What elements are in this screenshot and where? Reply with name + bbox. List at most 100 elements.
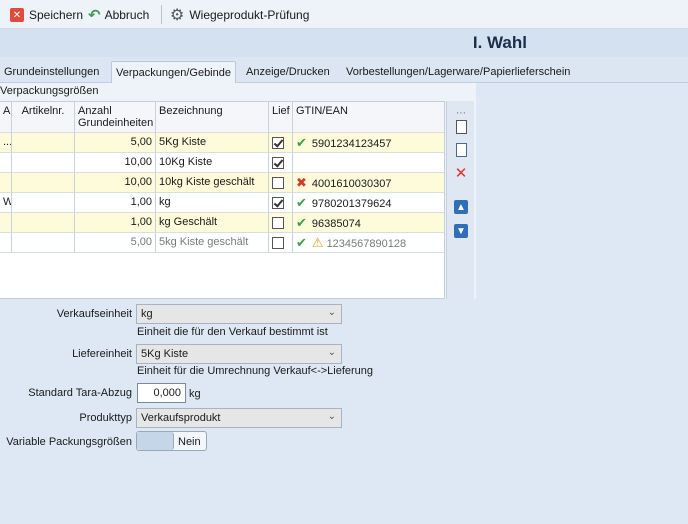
produkttyp-label: Produkttyp	[79, 412, 132, 424]
lief-checkbox[interactable]	[272, 237, 284, 249]
delete-icon: ✕	[454, 165, 468, 182]
table-cell-artikelnr[interactable]	[12, 233, 75, 253]
lief-checkbox[interactable]	[272, 197, 284, 209]
table-cell-lief[interactable]	[269, 193, 293, 213]
verkaufseinheit-hint: Einheit die für den Verkauf bestimmt ist	[137, 326, 328, 338]
variable-label: Variable Packungsgrößen	[6, 436, 132, 448]
save-label: Speichern	[29, 8, 84, 22]
liefereinheit-select[interactable]: 5Kg Kiste ⌄	[136, 344, 342, 364]
table-cell-gtin[interactable]: ✔ 9780201379624	[293, 193, 444, 213]
table-cell-bezeichnung[interactable]: kg Geschält	[156, 213, 269, 233]
table-cell-lief[interactable]	[269, 133, 293, 153]
tara-input[interactable]: 0,000	[137, 383, 186, 403]
table-cell-anzahl[interactable]: 1,00	[75, 193, 156, 213]
verkaufseinheit-value: kg	[141, 308, 153, 320]
gear-icon: ⚙	[170, 7, 185, 24]
toolbar: ✕ Speichern ↶ Abbruch ⚙ Wiegeprodukt-Prü…	[0, 0, 688, 29]
tab-vorbestellungen[interactable]: Vorbestellungen/Lagerware/Papierliefersc…	[346, 66, 570, 78]
lief-checkbox[interactable]	[272, 217, 284, 229]
table-cell-bezeichnung[interactable]: 10Kg Kiste	[156, 153, 269, 173]
toolbar-separator	[161, 5, 162, 24]
table-cell-bezeichnung[interactable]: 5Kg Kiste	[156, 133, 269, 153]
verkaufseinheit-label: Verkaufseinheit	[56, 308, 132, 320]
table-cell-a[interactable]	[0, 173, 12, 193]
col-header-gtin[interactable]: GTIN/EAN	[293, 102, 444, 133]
packaging-grid: A Artikelnr. Anzahl Grundeinheiten Bezei…	[0, 101, 445, 299]
liefereinheit-value: 5Kg Kiste	[141, 348, 189, 360]
table-cell-artikelnr[interactable]	[12, 193, 75, 213]
weigh-check-button[interactable]: ⚙ Wiegeprodukt-Prüfung	[170, 6, 309, 24]
table-cell-a[interactable]: W	[0, 193, 12, 213]
table-cell-anzahl[interactable]: 10,00	[75, 173, 156, 193]
produkttyp-select[interactable]: Verkaufsprodukt ⌄	[136, 408, 342, 428]
edit-row-button[interactable]	[453, 142, 469, 158]
tab-bar: Grundeinstellungen Verpackungen/Gebinde …	[0, 57, 688, 83]
save-button[interactable]: ✕ Speichern	[10, 6, 83, 24]
table-cell-gtin[interactable]: ✔ ⚠ 1234567890128	[293, 233, 444, 253]
new-document-icon	[455, 120, 467, 134]
table-cell-bezeichnung[interactable]: 5kg Kiste geschält	[156, 233, 269, 253]
tab-anzeige-drucken[interactable]: Anzeige/Drucken	[246, 66, 330, 78]
table-cell-anzahl[interactable]: 5,00	[75, 233, 156, 253]
check-icon: ✔	[296, 235, 307, 250]
variable-toggle-label: Nein	[178, 436, 201, 448]
arrow-down-icon: ▼	[454, 224, 468, 238]
cancel-label: Abbruch	[104, 8, 150, 22]
gtin-value: 5901234123457	[311, 138, 392, 150]
table-cell-anzahl[interactable]: 10,00	[75, 153, 156, 173]
col-header-bezeichnung[interactable]: Bezeichnung	[156, 102, 269, 133]
table-cell-artikelnr[interactable]	[12, 173, 75, 193]
cancel-button[interactable]: ↶ Abbruch	[88, 6, 149, 24]
arrow-up-icon: ▲	[454, 200, 468, 214]
table-cell-gtin[interactable]	[293, 153, 444, 173]
table-cell-gtin[interactable]: ✔ 5901234123457	[293, 133, 444, 153]
weigh-check-label: Wiegeprodukt-Prüfung	[189, 8, 310, 22]
col-header-a[interactable]: A	[0, 102, 12, 133]
table-cell-bezeichnung[interactable]: kg	[156, 193, 269, 213]
lief-checkbox[interactable]	[272, 177, 284, 189]
delete-row-button[interactable]: ✕	[453, 165, 469, 182]
lief-checkbox[interactable]	[272, 137, 284, 149]
grid-side-toolbar: ⋯ ✕ ▲ ▼	[446, 101, 474, 299]
table-cell-anzahl[interactable]: 5,00	[75, 133, 156, 153]
grid-title: Verpackungsgrößen	[0, 85, 99, 97]
lief-checkbox[interactable]	[272, 157, 284, 169]
chevron-down-icon: ⌄	[327, 347, 336, 358]
table-cell-artikelnr[interactable]	[12, 213, 75, 233]
col-header-lief[interactable]: Lief	[269, 102, 293, 133]
produkttyp-value: Verkaufsprodukt	[141, 412, 221, 424]
table-cell-a[interactable]	[0, 213, 12, 233]
verkaufseinheit-select[interactable]: kg ⌄	[136, 304, 342, 324]
tab-grundeinstellungen[interactable]: Grundeinstellungen	[4, 66, 99, 78]
warning-icon: ⚠	[311, 235, 324, 250]
table-cell-a[interactable]: ...	[0, 133, 12, 153]
table-cell-lief[interactable]	[269, 213, 293, 233]
table-cell-lief[interactable]	[269, 173, 293, 193]
col-header-artikelnr[interactable]: Artikelnr.	[12, 102, 75, 133]
check-icon: ✔	[296, 135, 307, 150]
gtin-value: 4001610030307	[311, 178, 392, 190]
new-row-button[interactable]	[453, 119, 469, 135]
table-cell-a[interactable]	[0, 233, 12, 253]
table-cell-lief[interactable]	[269, 233, 293, 253]
toggle-knob[interactable]	[137, 432, 174, 450]
col-header-anzahl[interactable]: Anzahl Grundeinheiten	[75, 102, 156, 133]
table-cell-a[interactable]	[0, 153, 12, 173]
move-down-button[interactable]: ▼	[453, 223, 469, 239]
table-cell-bezeichnung[interactable]: 10kg Kiste geschält	[156, 173, 269, 193]
table-cell-lief[interactable]	[269, 153, 293, 173]
tara-label: Standard Tara-Abzug	[28, 387, 132, 399]
table-cell-artikelnr[interactable]	[12, 153, 75, 173]
liefereinheit-hint: Einheit für die Umrechnung Verkauf<->Lie…	[137, 365, 374, 377]
tab-verpackungen[interactable]: Verpackungen/Gebinde	[111, 61, 236, 83]
gtin-value: 96385074	[311, 218, 361, 230]
table-cell-artikelnr[interactable]	[12, 133, 75, 153]
table-cell-anzahl[interactable]: 1,00	[75, 213, 156, 233]
table-cell-gtin[interactable]: ✖ 4001610030307	[293, 173, 444, 193]
chevron-down-icon: ⌄	[327, 307, 336, 318]
table-cell-gtin[interactable]: ✔ 96385074	[293, 213, 444, 233]
tara-unit: kg	[189, 388, 201, 400]
edit-document-icon	[455, 143, 467, 157]
move-up-button[interactable]: ▲	[453, 199, 469, 215]
check-icon: ✔	[296, 195, 307, 210]
